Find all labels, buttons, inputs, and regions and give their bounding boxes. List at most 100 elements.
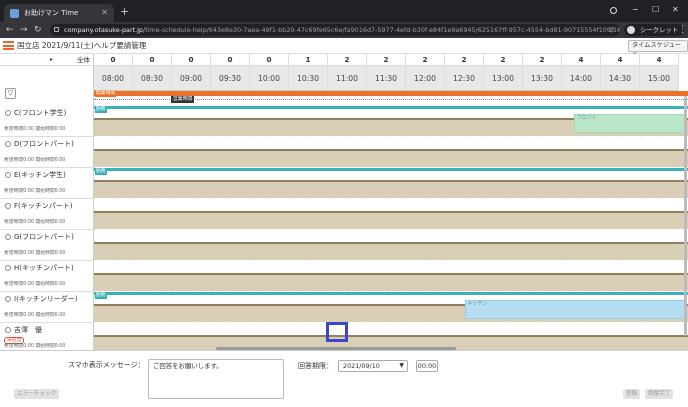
member-name: H(キッチンパート) (14, 264, 74, 272)
shift-bar (94, 106, 688, 109)
member-row[interactable]: D(フロントパート) 希望時間0:00 開始時間0:00 (0, 137, 94, 168)
eigyo-label: 営業時間 (171, 96, 195, 103)
member-row[interactable]: 吉澤 優未提出 希望時間0:00 開始時間0:00 (0, 323, 94, 350)
error-check-button[interactable]: エラーチェック (14, 389, 60, 399)
incognito-indicator[interactable]: シークレット (624, 24, 685, 36)
member-hours: 希望時間0:00 開始時間0:00 (4, 127, 66, 132)
staff-count-cell: 0 (94, 54, 133, 66)
time-header-cell: 08:30 (133, 66, 172, 91)
browser-tab[interactable]: お助けマン Time ✕ (4, 4, 114, 22)
member-hours: 希望時間0:00 開始時間0:00 (4, 251, 66, 256)
maximize-button[interactable]: ☐ (652, 3, 659, 17)
all-row: ▸ 全体 (0, 54, 94, 66)
staff-count-cell: 1 (289, 54, 328, 66)
member-name: I(キッチンリーダー) (14, 295, 78, 303)
lane-unavailable[interactable] (94, 244, 688, 260)
time-schedule-button[interactable]: タイムスケジュール (628, 40, 688, 59)
lane-unavailable[interactable] (94, 213, 688, 229)
person-icon (5, 265, 11, 271)
lane-unavailable[interactable] (94, 151, 688, 167)
member-name: F(キッチンパート) (14, 202, 73, 210)
member-row[interactable]: H(キッチンパート) 希望時間0:00 開始時間0:00 (0, 261, 94, 292)
help-block[interactable]: キッチン (464, 300, 687, 319)
favicon-icon (10, 9, 19, 18)
status-badge: 未提出 (4, 337, 25, 344)
time-header-cell: 11:00 (328, 66, 367, 91)
schedule-grid: ▸ 全体 ▽ C(フロント学生) 希望時間0:00 開始時間0:00 D(フロントパ… (0, 54, 688, 350)
back-button[interactable]: ← (6, 22, 14, 38)
new-tab-button[interactable]: + (120, 4, 129, 20)
lane-plan[interactable] (94, 199, 688, 211)
register-button[interactable]: 登録 (623, 389, 641, 399)
lane-unavailable[interactable] (94, 182, 688, 198)
member-row[interactable]: E(キッチン学生) 希望時間0:00 開始時間0:00 (0, 168, 94, 199)
staff-count-cell: 2 (484, 54, 523, 66)
staff-count-cell: 4 (562, 54, 601, 66)
lane-plan[interactable] (94, 323, 688, 335)
confirm-button[interactable]: 調整完了 (645, 389, 674, 399)
time-header-cell: 09:00 (172, 66, 211, 91)
time-header-cell: 15:00 (640, 66, 679, 91)
time-header-cell: 09:30 (211, 66, 250, 91)
person-icon (5, 234, 11, 240)
hamburger-menu-icon[interactable] (3, 41, 14, 50)
shift-label: 勤務 (95, 107, 107, 113)
lane-plan[interactable] (94, 137, 688, 149)
staff-count-cell: 2 (445, 54, 484, 66)
member-row[interactable]: G(フロントパート) 希望時間0:00 開始時間0:00 (0, 230, 94, 261)
help-block[interactable]: フロント (573, 114, 687, 133)
member-row[interactable]: F(キッチンパート) 希望時間0:00 開始時間0:00 (0, 199, 94, 230)
expand-arrow-icon[interactable]: ▸ (50, 54, 53, 66)
deadline-date-select[interactable]: 2021/09/10 ▼ (338, 360, 408, 372)
tab-close-icon[interactable]: ✕ (101, 4, 108, 22)
person-icon (5, 172, 11, 178)
lock-icon (54, 27, 59, 32)
time-header-cell: 14:00 (562, 66, 601, 91)
shift-bar (94, 292, 688, 295)
incognito-label: シークレット (640, 26, 679, 34)
member-name: 吉澤 優 (14, 326, 42, 334)
forward-button[interactable]: → (20, 22, 28, 38)
member-row[interactable]: I(キッチンリーダー) 希望時間0:00 開始時間0:00 (0, 292, 94, 323)
staff-count-cell: 2 (328, 54, 367, 66)
lane-plan[interactable] (94, 230, 688, 242)
address-bar[interactable]: company.otasuke-part.jp/time-schedule-he… (50, 24, 620, 36)
minimize-button[interactable]: − (632, 3, 639, 17)
time-header-cell: 08:00 (94, 66, 133, 91)
browser-menu-icon[interactable]: ⋮ (678, 22, 687, 38)
time-header-cell: 12:30 (445, 66, 484, 91)
bookmark-star-icon[interactable]: ☆ (608, 22, 615, 38)
url-host: company.otasuke-part.jp (64, 26, 143, 34)
staff-count-cell: 2 (406, 54, 445, 66)
vertical-scrollbar[interactable] (684, 96, 687, 336)
member-hours: 希望時間0:00 開始時間0:00 (4, 282, 66, 287)
browser-tab-strip: お助けマン Time ✕ + − ☐ ✕ (0, 0, 688, 22)
time-header-cell: 10:00 (250, 66, 289, 91)
time-header-cell: 12:00 (406, 66, 445, 91)
staff-count-cell: 4 (640, 54, 679, 66)
member-name: D(フロントパート) (14, 140, 74, 148)
member-row[interactable]: C(フロント学生) 希望時間0:00 開始時間0:00 (0, 106, 94, 137)
window-close-button[interactable]: ✕ (672, 3, 679, 17)
member-hours: 希望時間0:00 開始時間0:00 (4, 220, 66, 225)
time-header-cell: 13:00 (484, 66, 523, 91)
lane-plan[interactable] (94, 261, 688, 273)
message-textarea[interactable]: ご回答をお願いします。 (148, 359, 284, 399)
page-title: 国立店 2021/9/11(土)ヘルプ要請管理 (17, 41, 147, 50)
lane-unavailable[interactable] (94, 275, 688, 291)
shift-bar (94, 168, 688, 171)
message-label: スマホ表示メッセージ： (68, 361, 145, 369)
staff-count-cell: 0 (133, 54, 172, 66)
deadline-time-input[interactable]: 00:00 (416, 360, 438, 372)
timeline: 0 0 0 0 0 1 2 2 2 2 2 2 4 4 4 08:00 08:30 09:00 09:30 10:00… (94, 54, 688, 350)
staff-count-cell: 2 (523, 54, 562, 66)
selection-cursor[interactable] (326, 322, 348, 342)
record-icon (610, 7, 617, 14)
deadline-date-value: 2021/09/10 (343, 362, 380, 370)
member-name: G(フロントパート) (14, 233, 74, 241)
filter-icon[interactable]: ▽ (5, 88, 16, 99)
reload-button[interactable]: ↻ (34, 22, 42, 38)
staff-count-cell: 0 (211, 54, 250, 66)
business-hours-label: 開業時間 (95, 90, 117, 97)
member-name: C(フロント学生) (14, 109, 67, 117)
